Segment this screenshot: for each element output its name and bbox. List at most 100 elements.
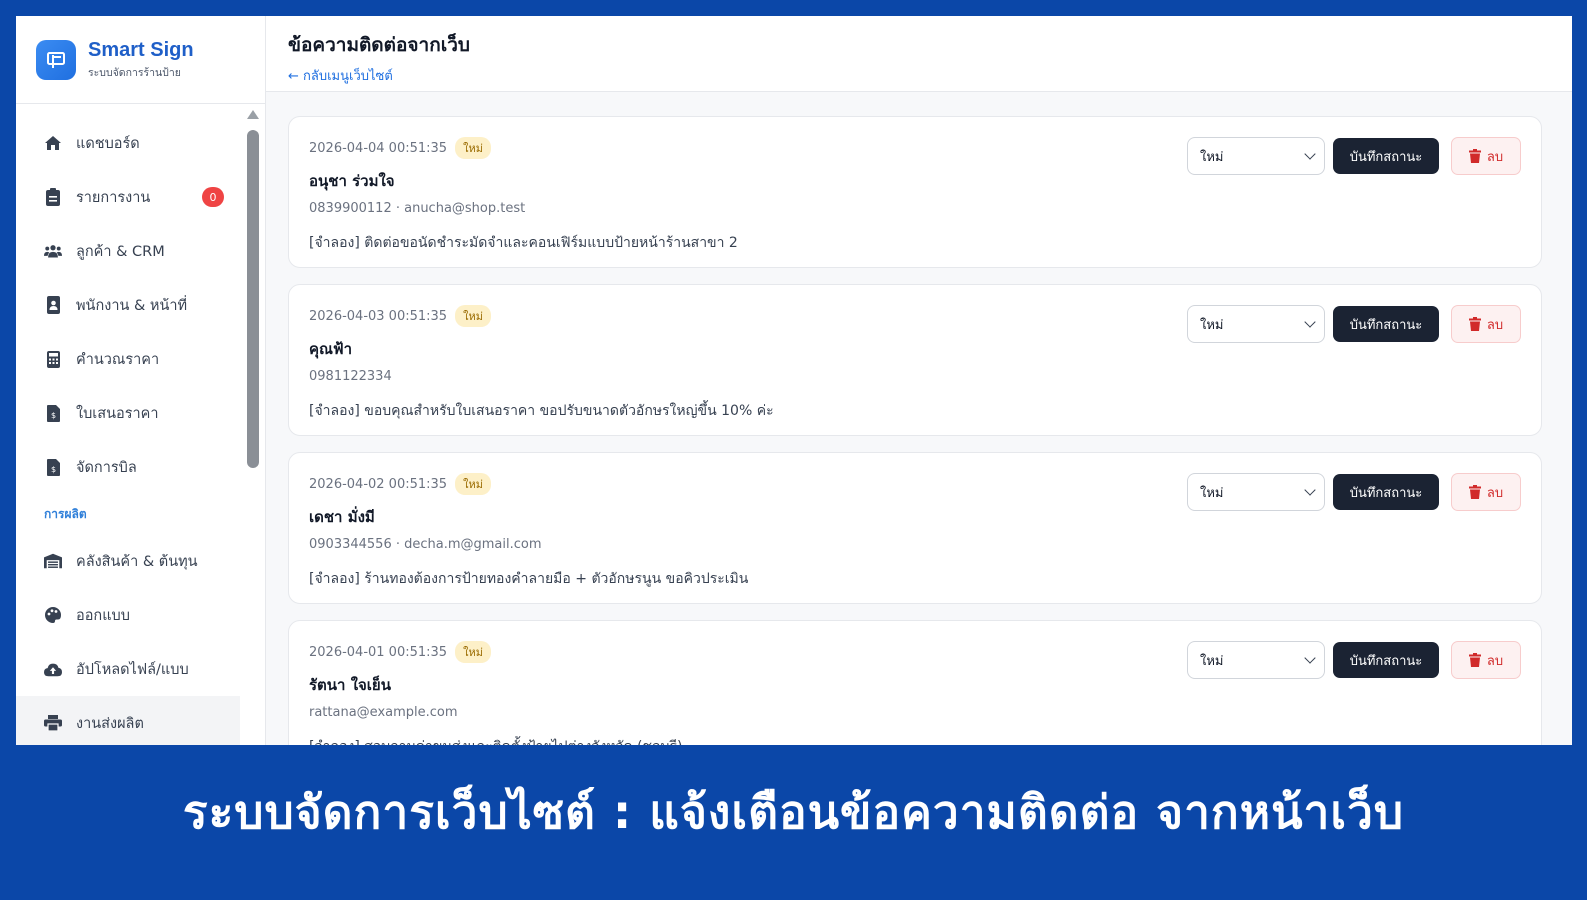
delete-label: ลบ [1486,653,1504,669]
sidebar-item-production[interactable]: งานส่งผลิต [16,696,240,745]
status-select[interactable]: ใหม่ [1187,473,1325,511]
delete-button[interactable]: ลบ [1451,305,1521,343]
sidebar-item-dashboard[interactable]: แดชบอร์ด [16,116,240,170]
sidebar-item-label: อัปโหลดไฟล์/แบบ [76,661,189,678]
bill-icon: $ [44,458,62,476]
sidebar-item-pricing[interactable]: คำนวณราคา [16,332,240,386]
invoice-icon: $ [44,404,62,422]
save-status-button[interactable]: บันทึกสถานะ [1333,474,1439,510]
sidebar: Smart Sign ระบบจัดการร้านป้าย แดชบอร์ด ร… [16,16,266,745]
cloud-upload-icon [44,660,62,678]
page-header: ข้อความติดต่อจากเว็บ ← กลับเมนูเว็บไซต์ [266,16,1572,92]
status-badge: ใหม่ [455,305,491,327]
trash-icon [1468,317,1481,331]
message-card: 2026-04-03 00:51:35 ใหม่ คุณฟ้า 098112233… [288,284,1542,436]
status-select-value: ใหม่ [1200,149,1224,165]
save-status-button[interactable]: บันทึกสถานะ [1333,138,1439,174]
trash-icon [1468,149,1481,163]
delete-button[interactable]: ลบ [1451,641,1521,679]
chevron-down-icon [1304,484,1316,496]
clipboard-icon [44,188,62,206]
sidebar-item-label: ออกแบบ [76,607,130,624]
message-date: 2026-04-03 00:51:35 [309,308,448,324]
sidebar-item-crm[interactable]: ลูกค้า & CRM [16,224,240,278]
message-actions: ใหม่ บันทึกสถานะ ลบ [1187,137,1521,175]
sidebar-item-billing[interactable]: $ จัดการบิล [16,440,240,494]
sidebar-item-label: คลังสินค้า & ต้นทุน [76,553,198,570]
delete-label: ลบ [1486,149,1504,165]
messages-list: 2026-04-04 00:51:35 ใหม่ อนุชา ร่วมใจ 083… [288,116,1542,745]
caption-banner: ระบบจัดการเว็บไซต์ : แจ้งเตือนข้อความติด… [0,745,1587,900]
delete-button[interactable]: ลบ [1451,473,1521,511]
sidebar-item-label: ใบเสนอราคา [76,405,159,422]
calculator-icon [44,350,62,368]
sidebar-item-upload[interactable]: อัปโหลดไฟล์/แบบ [16,642,240,696]
sign-logo-icon [36,39,76,80]
delete-button[interactable]: ลบ [1451,137,1521,175]
sender-contact: 0981122334 [309,369,392,384]
status-badge: ใหม่ [455,641,491,663]
status-badge: ใหม่ [455,473,491,495]
message-date: 2026-04-02 00:51:35 [309,476,448,492]
sender-contact: 0903344556 · decha.m@gmail.com [309,537,542,552]
back-to-website-menu-link[interactable]: ← กลับเมนูเว็บไซต์ [288,65,393,86]
warehouse-icon [44,552,62,570]
sidebar-item-quotation[interactable]: $ ใบเสนอราคา [16,386,240,440]
sidebar-item-label: จัดการบิล [76,459,137,476]
status-select[interactable]: ใหม่ [1187,641,1325,679]
palette-icon [44,606,62,624]
app-window: Smart Sign ระบบจัดการร้านป้าย แดชบอร์ด ร… [16,16,1572,745]
caption-text: ระบบจัดการเว็บไซต์ : แจ้งเตือนข้อความติด… [182,785,1405,839]
sidebar-item-label: คำนวณราคา [76,351,160,368]
sender-contact: rattana@example.com [309,705,458,720]
message-actions: ใหม่ บันทึกสถานะ ลบ [1187,641,1521,679]
chevron-down-icon [1304,316,1316,328]
status-select[interactable]: ใหม่ [1187,305,1325,343]
message-card: 2026-04-02 00:51:35 ใหม่ เดชา มั่งมี 0903… [288,452,1542,604]
sidebar-item-label: พนักงาน & หน้าที่ [76,297,188,314]
svg-text:$: $ [50,465,55,474]
brand-subtitle: ระบบจัดการร้านป้าย [88,66,181,79]
jobs-count-badge: 0 [202,187,224,207]
sidebar-item-inventory[interactable]: คลังสินค้า & ต้นทุน [16,534,240,588]
scroll-up-arrow-icon[interactable] [247,110,259,119]
message-text: [จำลอง] สอบถามค่าขนส่งและติดตั้งป้ายไปต่… [309,736,1541,745]
page-title: ข้อความติดต่อจากเว็บ [288,34,470,56]
sidebar-item-label: แดชบอร์ด [76,135,140,152]
status-select[interactable]: ใหม่ [1187,137,1325,175]
message-text: [จำลอง] ร้านทองต้องการป้ายทองคำลายมือ + … [309,571,749,587]
users-icon [44,242,62,260]
delete-label: ลบ [1486,317,1504,333]
sidebar-item-staff[interactable]: พนักงาน & หน้าที่ [16,278,240,332]
message-card: 2026-04-01 00:51:35 ใหม่ รัตนา ใจเย็น rat… [288,620,1542,745]
trash-icon [1468,653,1481,667]
sidebar-scrollbar[interactable] [247,108,259,745]
main-content: ข้อความติดต่อจากเว็บ ← กลับเมนูเว็บไซต์ … [266,16,1572,745]
status-select-value: ใหม่ [1200,653,1224,669]
message-actions: ใหม่ บันทึกสถานะ ลบ [1187,473,1521,511]
sidebar-item-label: รายการงาน [76,189,151,206]
sidebar-item-jobs[interactable]: รายการงาน 0 [16,170,240,224]
save-status-button[interactable]: บันทึกสถานะ [1333,306,1439,342]
id-badge-icon [44,296,62,314]
message-card: 2026-04-04 00:51:35 ใหม่ อนุชา ร่วมใจ 083… [288,116,1542,268]
message-date: 2026-04-04 00:51:35 [309,140,448,156]
delete-label: ลบ [1486,485,1504,501]
sidebar-nav: แดชบอร์ด รายการงาน 0 ลูกค้า & CRM พนักงา… [16,116,240,745]
message-actions: ใหม่ บันทึกสถานะ ลบ [1187,305,1521,343]
sidebar-item-design[interactable]: ออกแบบ [16,588,240,642]
status-select-value: ใหม่ [1200,485,1224,501]
save-status-button[interactable]: บันทึกสถานะ [1333,642,1439,678]
message-text: [จำลอง] ขอบคุณสำหรับใบเสนอราคา ขอปรับขนา… [309,403,774,419]
sidebar-item-label: ลูกค้า & CRM [76,243,165,260]
brand-name: Smart Sign [88,38,194,61]
status-select-value: ใหม่ [1200,317,1224,333]
section-title-production: การผลิต [44,506,87,521]
chevron-down-icon [1304,148,1316,160]
svg-text:$: $ [50,411,55,420]
status-badge: ใหม่ [455,137,491,159]
scrollbar-thumb[interactable] [247,130,259,468]
trash-icon [1468,485,1481,499]
message-text: [จำลอง] ติดต่อขอนัดชำระมัดจำและคอนเฟิร์ม… [309,235,738,251]
printer-icon [44,714,62,732]
